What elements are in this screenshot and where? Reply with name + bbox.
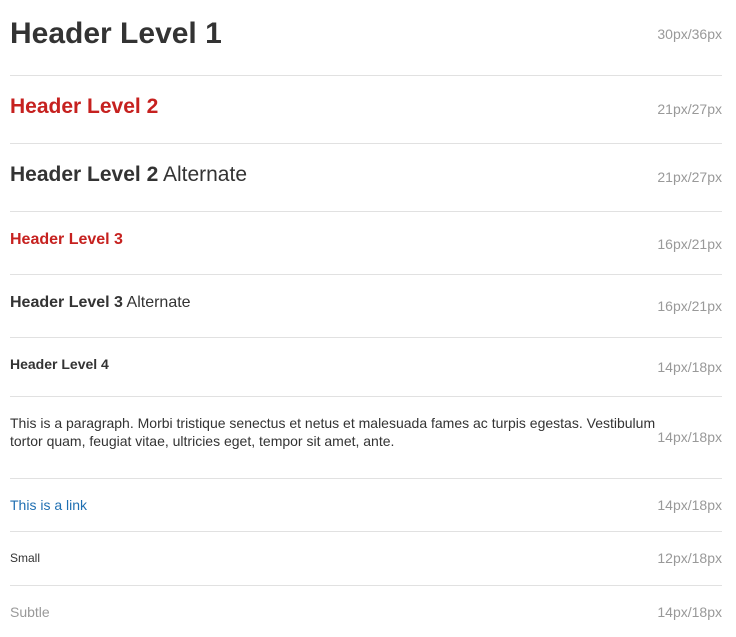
sample-header-level-2: Header Level 2 bbox=[10, 95, 159, 118]
type-row-h3-alternate: Header Level 3 Alternate 16px/21px bbox=[10, 292, 722, 314]
sample-header-level-4: Header Level 4 bbox=[10, 356, 109, 372]
divider bbox=[10, 396, 722, 397]
spec-header-level-3-alternate: 16px/21px bbox=[657, 298, 722, 314]
sample-bold-part: Header Level 3 bbox=[10, 294, 123, 311]
sample-light-part: Alternate bbox=[162, 163, 248, 186]
spec-link: 14px/18px bbox=[657, 497, 722, 513]
type-row-paragraph: This is a paragraph. Morbi tristique sen… bbox=[10, 414, 722, 450]
spec-paragraph: 14px/18px bbox=[657, 429, 722, 445]
type-row-h2-alternate: Header Level 2 Alternate 21px/27px bbox=[10, 161, 722, 188]
type-row-h3: Header Level 3 16px/21px bbox=[10, 229, 722, 252]
sample-paragraph: This is a paragraph. Morbi tristique sen… bbox=[10, 415, 656, 449]
typography-sheet: Header Level 1 30px/36px Header Level 2 … bbox=[0, 0, 736, 637]
divider bbox=[10, 531, 722, 532]
type-row-h4: Header Level 4 14px/18px bbox=[10, 355, 722, 375]
type-row-h1: Header Level 1 30px/36px bbox=[10, 16, 722, 52]
divider bbox=[10, 337, 722, 338]
divider bbox=[10, 274, 722, 275]
divider bbox=[10, 585, 722, 586]
sample-header-level-2-alternate: Header Level 2 Alternate bbox=[10, 161, 247, 188]
sample-subtle: Subtle bbox=[10, 604, 50, 620]
spec-header-level-2: 21px/27px bbox=[657, 101, 722, 117]
divider bbox=[10, 478, 722, 479]
type-row-h2: Header Level 2 21px/27px bbox=[10, 93, 722, 120]
sample-bold-part: Header Level 2 bbox=[10, 163, 159, 186]
sample-small: Small bbox=[10, 551, 41, 565]
type-row-link: This is a link 14px/18px bbox=[10, 496, 722, 514]
divider bbox=[10, 211, 722, 212]
sample-header-level-1: Header Level 1 bbox=[10, 17, 222, 50]
type-row-subtle: Subtle 14px/18px bbox=[10, 603, 722, 621]
spec-subtle: 14px/18px bbox=[657, 604, 722, 620]
sample-header-level-3: Header Level 3 bbox=[10, 231, 123, 248]
sample-header-level-3-alternate: Header Level 3 Alternate bbox=[10, 292, 191, 313]
divider bbox=[10, 143, 722, 144]
sample-light-part: Alternate bbox=[126, 294, 191, 311]
sample-link[interactable]: This is a link bbox=[10, 496, 87, 514]
spec-header-level-1: 30px/36px bbox=[657, 26, 722, 42]
spec-small: 12px/18px bbox=[657, 550, 722, 566]
spec-header-level-4: 14px/18px bbox=[657, 359, 722, 375]
spec-header-level-2-alternate: 21px/27px bbox=[657, 169, 722, 185]
divider bbox=[10, 75, 722, 76]
type-row-small: Small 12px/18px bbox=[10, 549, 722, 567]
spec-header-level-3: 16px/21px bbox=[657, 236, 722, 252]
